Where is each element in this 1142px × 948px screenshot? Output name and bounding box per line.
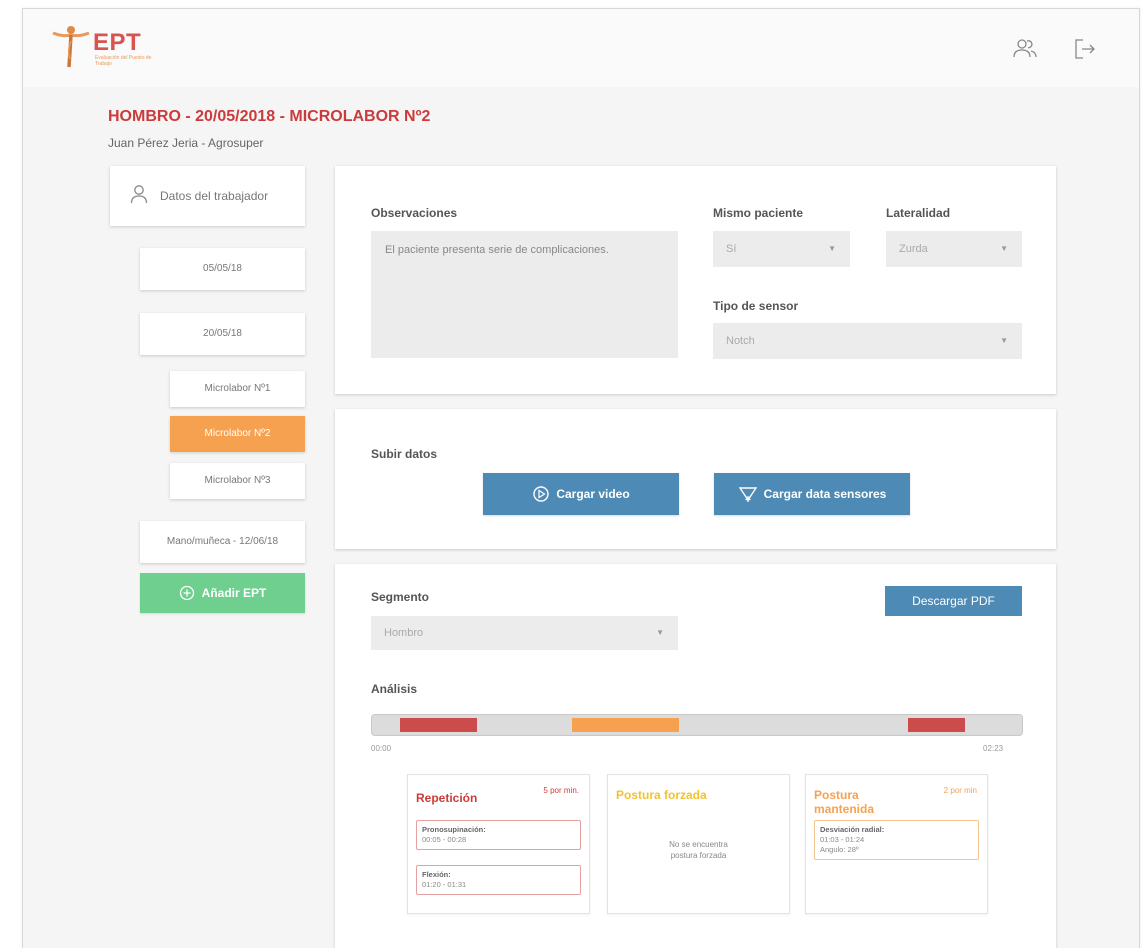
users-icon[interactable] [1011, 35, 1039, 63]
chevron-down-icon: ▼ [1000, 336, 1008, 345]
add-ept-button[interactable]: Añadir EPT [140, 573, 305, 613]
plus-circle-icon [179, 585, 194, 601]
other-ept-item[interactable]: Mano/muñeca - 12/06/18 [140, 521, 305, 563]
add-ept-label: Añadir EPT [201, 586, 267, 600]
repeticion-item-pronosupinacion[interactable]: Pronosupinación: 00:05 - 00:28 [416, 820, 581, 850]
item-title: Pronosupinación: [422, 825, 486, 834]
logo-figure-icon [52, 26, 90, 68]
repeticion-panel: Repetición 5 por min. Pronosupinación: 0… [407, 774, 590, 914]
app-frame: EPT Evaluación del Puesto de Trabajo HOM… [22, 8, 1140, 948]
upload-card: Subir datos Cargar video Cargar data sen… [335, 409, 1056, 549]
lateralidad-value: Zurda [899, 243, 928, 255]
chevron-down-icon: ▼ [656, 628, 664, 637]
repeticion-title: Repetición [416, 791, 478, 805]
segmento-value: Hombro [384, 627, 424, 639]
microlabor-item-2-active[interactable]: Microlabor Nº2 [170, 416, 305, 452]
postura-mantenida-title: Postura mantenida [814, 788, 874, 816]
page-subtitle: Juan Pérez Jeria - Agrosuper [108, 136, 264, 150]
item-detail: 00:05 - 00:28 [422, 835, 467, 844]
postura-forzada-empty-message: No se encuentra postura forzada [608, 839, 789, 861]
page-title: HOMBRO - 20/05/2018 - MICROLABOR Nº2 [108, 108, 431, 125]
lateralidad-label: Lateralidad [886, 206, 951, 220]
postura-forzada-panel: Postura forzada No se encuentra postura … [607, 774, 790, 914]
logout-icon[interactable] [1071, 35, 1099, 63]
tipo-sensor-label: Tipo de sensor [713, 299, 799, 313]
timeline-segment-repeticion[interactable] [400, 718, 477, 732]
logo-text: EPT [93, 29, 142, 56]
timeline-end-label: 02:23 [983, 744, 1004, 753]
upload-sensors-label: Cargar data sensores [763, 487, 887, 501]
postura-mantenida-panel: Postura mantenida 2 por min Desviación r… [805, 774, 988, 914]
microlabor-item-1[interactable]: Microlabor Nº1 [170, 371, 305, 407]
sensor-upload-icon [738, 487, 757, 502]
title-line-2: mantenida [814, 802, 875, 816]
item-detail: 01:20 - 01:31 [422, 880, 467, 889]
date-item-0505[interactable]: 05/05/18 [140, 248, 305, 290]
date-item-2005[interactable]: 20/05/18 [140, 313, 305, 355]
video-upload-icon [533, 486, 550, 502]
analysis-timeline[interactable] [371, 714, 1023, 736]
upload-sensors-button[interactable]: Cargar data sensores [714, 473, 910, 515]
top-bar: EPT Evaluación del Puesto de Trabajo [23, 9, 1139, 87]
repeticion-item-flexion[interactable]: Flexión: 01:20 - 01:31 [416, 865, 581, 895]
item-detail: 01:03 - 01:24 [820, 835, 865, 844]
upload-video-button[interactable]: Cargar video [483, 473, 679, 515]
chevron-down-icon: ▼ [828, 244, 836, 253]
postura-mantenida-rate: 2 por min [943, 786, 977, 795]
item-title: Flexión: [422, 870, 451, 879]
observations-card: Observaciones El paciente presenta serie… [335, 166, 1056, 394]
segmento-select[interactable]: Hombro ▼ [371, 616, 678, 650]
tipo-sensor-select[interactable]: Notch ▼ [713, 323, 1022, 359]
microlabor-item-3[interactable]: Microlabor Nº3 [170, 463, 305, 499]
repeticion-rate: 5 por min. [543, 786, 579, 795]
observaciones-label: Observaciones [371, 206, 458, 220]
title-line-1: Postura [814, 788, 859, 802]
ept-logo: EPT Evaluación del Puesto de Trabajo [51, 23, 181, 69]
observaciones-textarea[interactable]: El paciente presenta serie de complicaci… [371, 231, 678, 358]
lateralidad-select[interactable]: Zurda ▼ [886, 231, 1022, 267]
user-icon [130, 185, 148, 204]
logo-subtitle: Evaluación del Puesto de Trabajo [95, 55, 152, 67]
mismo-paciente-value: Sí [726, 243, 737, 255]
segmento-label: Segmento [371, 590, 430, 604]
mismo-paciente-label: Mismo paciente [713, 206, 804, 220]
postura-forzada-title: Postura forzada [616, 788, 707, 802]
upload-video-label: Cargar video [556, 487, 630, 501]
empty-line-2: postura forzada [670, 851, 727, 860]
analisis-label: Análisis [371, 682, 418, 696]
timeline-start-label: 00:00 [371, 744, 392, 753]
item-title: Desviación radial: [820, 825, 885, 834]
chevron-down-icon: ▼ [1000, 244, 1008, 253]
empty-line-1: No se encuentra [669, 840, 728, 849]
worker-data-label: Datos del trabajador [160, 189, 269, 203]
tipo-sensor-value: Notch [726, 335, 755, 347]
worker-data-button[interactable]: Datos del trabajador [110, 166, 305, 226]
timeline-segment-repeticion[interactable] [908, 718, 965, 732]
timeline-segment-postura-forzada[interactable] [572, 718, 679, 732]
download-pdf-button[interactable]: Descargar PDF [885, 586, 1022, 616]
postura-mantenida-item-desviacion[interactable]: Desviación radial: 01:03 - 01:24 Angulo:… [814, 820, 979, 860]
mismo-paciente-select[interactable]: Sí ▼ [713, 231, 850, 267]
item-extra: Angulo: 28º [820, 845, 859, 854]
analysis-card: Segmento Hombro ▼ Descargar PDF Análisis… [335, 564, 1056, 948]
subir-datos-label: Subir datos [371, 447, 438, 461]
